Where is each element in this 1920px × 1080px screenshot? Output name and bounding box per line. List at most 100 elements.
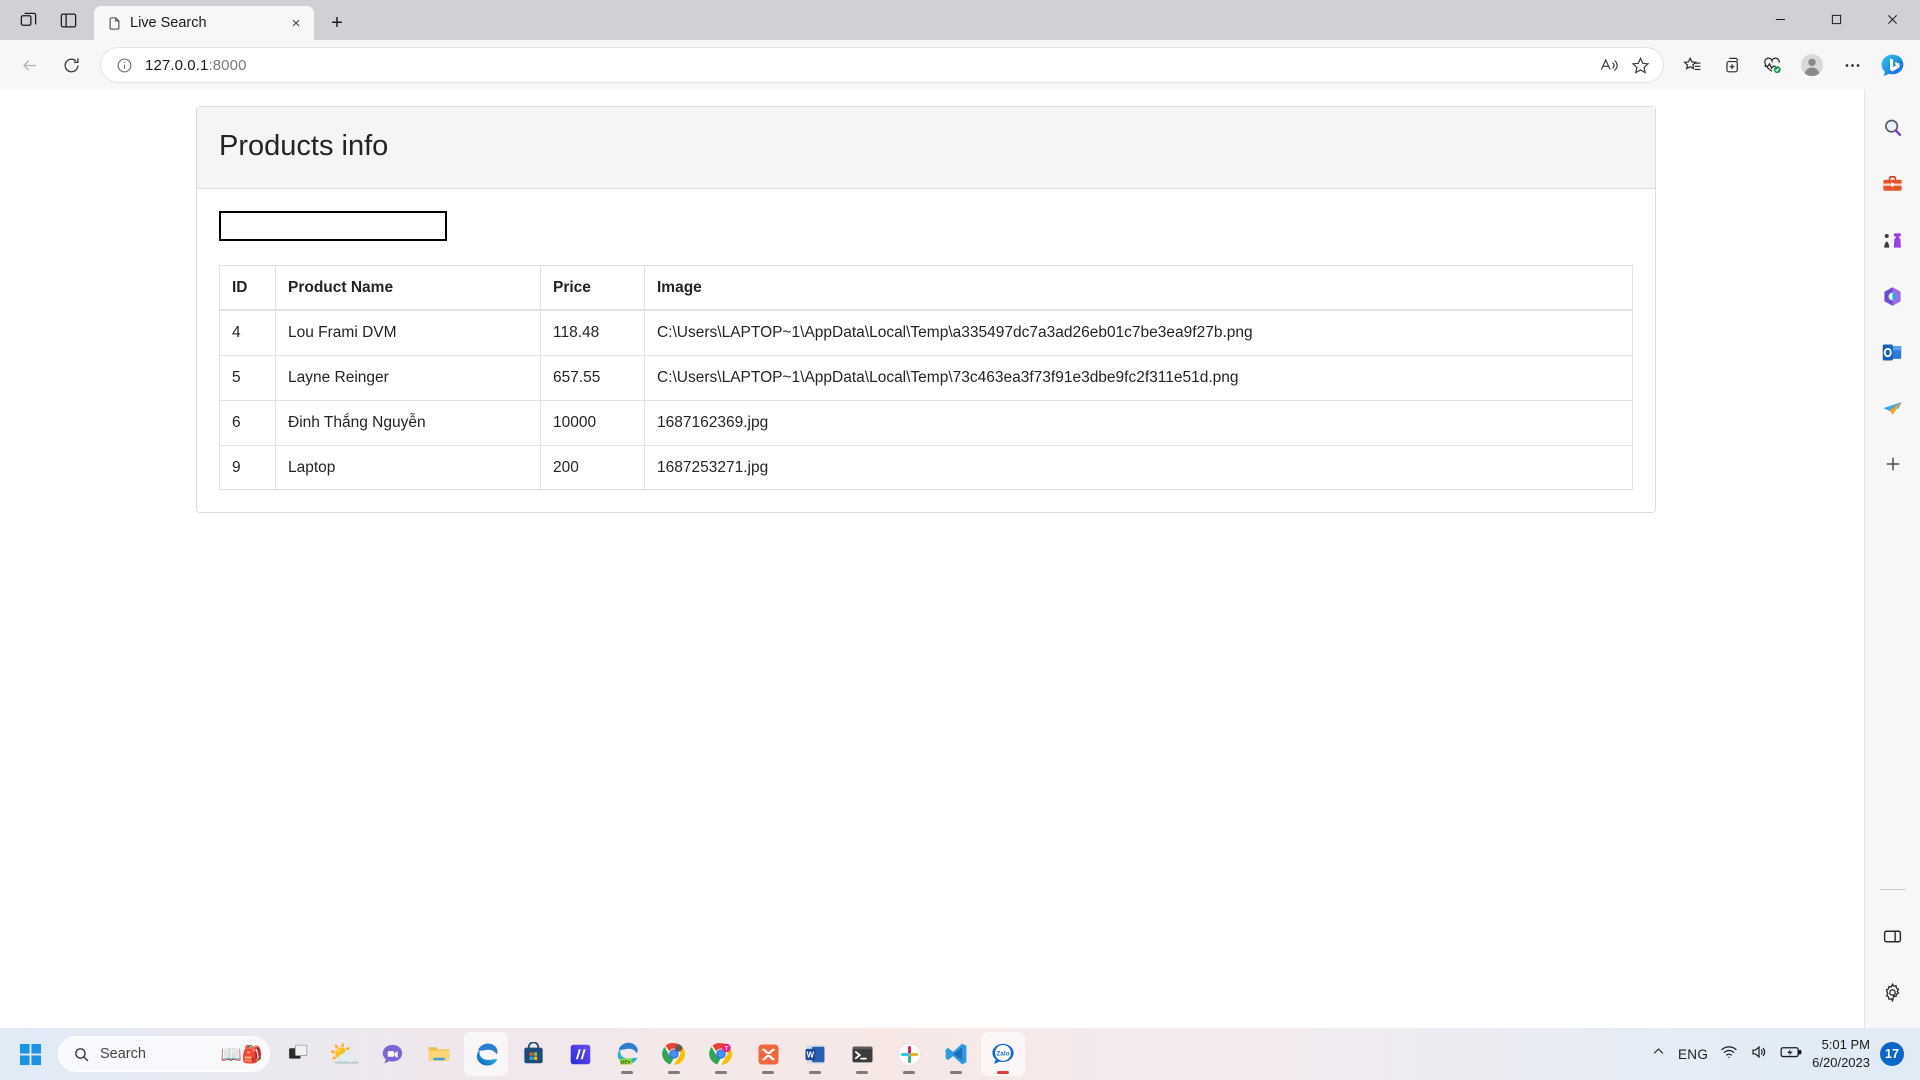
site-info-icon[interactable] — [111, 52, 137, 78]
show-hidden-icons-chevron-up-icon[interactable] — [1651, 1044, 1666, 1064]
microsoft-word-icon[interactable]: W — [793, 1032, 837, 1076]
cell-name: Laptop — [275, 444, 541, 491]
table-row: 5 Layne Reinger 657.55 C:\Users\LAPTOP~1… — [219, 355, 1633, 401]
games-chess-icon[interactable] — [1873, 220, 1913, 260]
refresh-button[interactable] — [52, 46, 90, 84]
split-screen-icon[interactable] — [1873, 916, 1913, 956]
telegram-icon[interactable] — [1873, 388, 1913, 428]
clock-time: 5:01 PM — [1821, 1037, 1870, 1053]
app-running-indicator — [809, 1071, 821, 1074]
card-body: ID Product Name Price Image 4 Lou Frami … — [197, 189, 1655, 512]
cell-id: 4 — [219, 309, 276, 357]
cell-name: Đinh Thắng Nguyễn — [275, 399, 541, 446]
outlook-icon[interactable] — [1873, 332, 1913, 372]
close-icon[interactable]: × — [284, 11, 308, 35]
collections-icon[interactable] — [1674, 47, 1710, 83]
taskbar-left: Search 📖🎒 — [8, 1032, 270, 1076]
minimize-button[interactable] — [1752, 0, 1808, 38]
zalo-icon[interactable]: Zalo — [981, 1032, 1025, 1076]
sidebar-settings-gear-icon[interactable] — [1873, 972, 1913, 1012]
chrome-profile-t-icon[interactable]: T — [699, 1032, 743, 1076]
cell-id: 5 — [219, 355, 276, 401]
table-head: ID Product Name Price Image — [219, 264, 1633, 312]
start-button[interactable] — [8, 1032, 52, 1076]
bing-copilot-icon[interactable] — [1874, 47, 1910, 83]
app-running-indicator — [997, 1071, 1009, 1074]
microsoft-365-icon[interactable] — [1873, 276, 1913, 316]
browser-window: Live Search × + 127.0.0.1:8000 Products … — [0, 0, 1920, 1028]
battery-charging-icon[interactable] — [1780, 1043, 1802, 1066]
add-tab-group-icon[interactable] — [1714, 47, 1750, 83]
table-header-row: ID Product Name Price Image — [219, 264, 1633, 312]
column-header-id: ID — [219, 264, 276, 312]
clock-date: 6/20/2023 — [1812, 1055, 1870, 1070]
table-body: 4 Lou Frami DVM 118.48 C:\Users\LAPTOP~1… — [219, 309, 1633, 491]
maximize-button[interactable] — [1808, 0, 1864, 38]
favorite-star-icon[interactable] — [1625, 50, 1655, 80]
svg-text:DEV: DEV — [621, 1059, 632, 1065]
url-port: :8000 — [208, 56, 247, 74]
close-window-button[interactable] — [1864, 0, 1920, 38]
edge-sidebar — [1864, 90, 1920, 1028]
svg-text:W: W — [806, 1050, 814, 1059]
taskbar-clock[interactable]: 5:01 PM 6/20/2023 — [1812, 1036, 1870, 1071]
browser-essentials-icon[interactable] — [1754, 47, 1790, 83]
app-running-indicator — [856, 1071, 868, 1074]
url-host: 127.0.0.1 — [145, 56, 209, 74]
app-running-indicator — [950, 1071, 962, 1074]
tab-title: Live Search — [130, 15, 207, 31]
system-tray: ENG 5:01 PM 6/20/2023 17 — [1651, 1036, 1912, 1071]
app-running-indicator — [903, 1071, 915, 1074]
notification-count-badge[interactable]: 17 — [1880, 1042, 1904, 1066]
volume-icon[interactable] — [1750, 1043, 1768, 1066]
microsoft-store-icon[interactable] — [511, 1032, 555, 1076]
svg-text:T: T — [725, 1046, 729, 1052]
google-chrome-icon[interactable] — [652, 1032, 696, 1076]
cell-name: Layne Reinger — [275, 355, 541, 401]
file-explorer-icon[interactable] — [417, 1032, 461, 1076]
column-header-price: Price — [540, 264, 645, 312]
address-bar[interactable]: 127.0.0.1:8000 — [100, 47, 1664, 83]
cell-id: 9 — [219, 444, 276, 491]
cell-name: Lou Frami DVM — [275, 309, 541, 357]
address-bar-actions — [1593, 50, 1655, 80]
app-running-indicator — [715, 1071, 727, 1074]
column-header-image: Image — [644, 264, 1633, 312]
language-indicator[interactable]: ENG — [1678, 1047, 1708, 1062]
taskbar-search-box[interactable]: Search 📖🎒 — [58, 1036, 270, 1072]
teams-chat-icon[interactable] — [370, 1032, 414, 1076]
tray-icon-group: ENG — [1651, 1043, 1802, 1066]
table-row: 9 Laptop 200 1687253271.jpg — [219, 444, 1633, 491]
task-view-icon[interactable] — [276, 1032, 320, 1076]
slack-icon[interactable] — [887, 1032, 931, 1076]
mobile-app-icon[interactable] — [558, 1032, 602, 1076]
weather-widget[interactable]: ⛅ — [323, 1032, 367, 1076]
settings-more-icon[interactable] — [1834, 47, 1870, 83]
add-sidebar-app-icon[interactable] — [1873, 444, 1913, 484]
edge-dev-icon[interactable]: DEV — [605, 1032, 649, 1076]
tab-search-icon[interactable] — [8, 3, 48, 37]
microsoft-edge-icon[interactable] — [464, 1032, 508, 1076]
browser-tab[interactable]: Live Search × — [94, 6, 314, 40]
cell-image: C:\Users\LAPTOP~1\AppData\Local\Temp\73c… — [644, 355, 1633, 401]
new-tab-button[interactable]: + — [320, 8, 354, 38]
xampp-icon[interactable] — [746, 1032, 790, 1076]
app-running-indicator — [668, 1071, 680, 1074]
windows-terminal-icon[interactable] — [840, 1032, 884, 1076]
taskbar-search-placeholder: Search — [100, 1046, 146, 1062]
card-header: Products info — [197, 107, 1655, 189]
cell-price: 657.55 — [540, 355, 645, 401]
table-row: 6 Đinh Thắng Nguyễn 10000 1687162369.jpg — [219, 399, 1633, 446]
read-aloud-icon[interactable] — [1593, 50, 1623, 80]
tools-briefcase-icon[interactable] — [1873, 164, 1913, 204]
app-running-indicator — [762, 1071, 774, 1074]
page-icon — [106, 15, 122, 31]
back-button[interactable] — [10, 46, 48, 84]
vs-code-icon[interactable] — [934, 1032, 978, 1076]
wifi-icon[interactable] — [1720, 1043, 1738, 1066]
search-icon[interactable] — [1873, 108, 1913, 148]
cell-id: 6 — [219, 399, 276, 446]
live-search-input[interactable] — [219, 210, 447, 241]
profile-avatar-icon[interactable] — [1794, 47, 1830, 83]
tab-actions-icon[interactable] — [48, 3, 88, 37]
